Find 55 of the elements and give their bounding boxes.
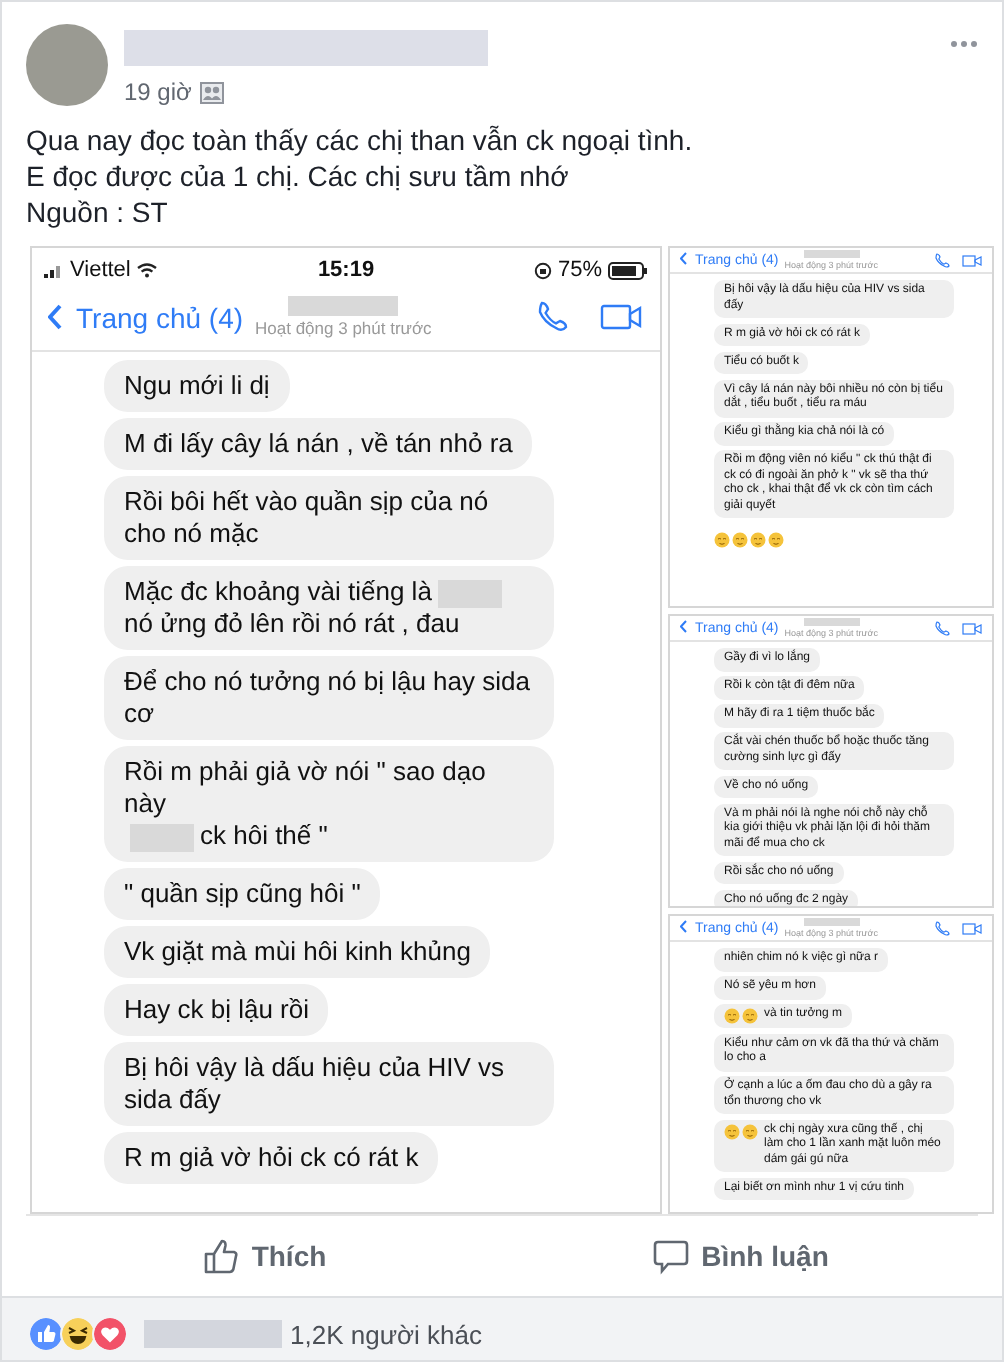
phone-icon[interactable] xyxy=(934,920,950,936)
post-text: Nguồn : ST xyxy=(26,194,170,230)
phone-icon[interactable] xyxy=(934,620,950,636)
phone-icon[interactable] xyxy=(934,252,950,268)
message-text: Hay ck bị lậu rồi xyxy=(124,994,309,1026)
redacted-contact-name xyxy=(803,918,860,926)
message-text: M đi lấy cây lá nán , về tán nhỏ ra xyxy=(124,428,513,460)
post-text: E đọc được của 1 chị. Các chị sưu tầm nhớ xyxy=(26,158,571,194)
chat-screenshot[interactable] xyxy=(668,614,994,908)
back-chevron-icon[interactable] xyxy=(680,620,689,636)
back-link[interactable]: Trang chủ (4) xyxy=(76,301,244,333)
video-camera-icon[interactable] xyxy=(962,921,982,935)
redacted-contact-name xyxy=(803,618,860,626)
back-chevron-icon[interactable] xyxy=(680,920,689,936)
chat-screenshot[interactable] xyxy=(668,246,994,608)
video-camera-icon[interactable] xyxy=(962,621,982,635)
video-camera-icon[interactable] xyxy=(962,253,982,267)
battery-icon xyxy=(608,261,649,279)
back-chevron-icon[interactable] xyxy=(680,252,689,268)
comment-button[interactable]: Bình luận xyxy=(635,1229,845,1283)
reaction-count[interactable]: 1,2K người khác xyxy=(290,1319,483,1349)
message-text: Ngu mới li dị xyxy=(124,370,270,402)
battery-percent: 75% xyxy=(557,258,603,282)
post-text: Qua nay đọc toàn thấy các chị than vẫn ck ngoại tình. xyxy=(26,122,695,158)
message-text: R m giả vờ hỏi ck có rát k xyxy=(124,1142,419,1174)
laughing-face-reaction-icon xyxy=(60,1316,96,1352)
more-options-icon[interactable] xyxy=(950,40,978,48)
phone-icon[interactable] xyxy=(536,299,572,335)
message-text: " quần sịp cũng hôi " xyxy=(124,878,361,910)
message-text: Để cho nó tưởng nó bị lậu hay sida cơ xyxy=(124,666,532,730)
redacted-contact-name xyxy=(288,296,399,316)
clock-time: 15:19 xyxy=(317,258,375,282)
chat-screenshot[interactable] xyxy=(30,246,662,1214)
message-text: Rồi bôi hết vào quần sịp của nó cho nó mặc xyxy=(124,486,491,550)
message-text: Bị hôi vậy là dấu hiệu của HIV vs sida đấy xyxy=(124,1052,507,1116)
thumbs-up-reaction-icon xyxy=(28,1316,64,1352)
video-camera-icon[interactable] xyxy=(600,302,644,332)
wifi-icon xyxy=(136,262,159,278)
like-button[interactable]: Thích xyxy=(185,1229,343,1283)
back-chevron-icon[interactable] xyxy=(48,303,64,331)
message-text: ck hôi thế " xyxy=(200,820,328,852)
active-status: Hoạt động 3 phút trước xyxy=(255,318,432,338)
message-text: nó ửng đỏ lên rồi nó rát , đau xyxy=(124,608,460,640)
chat-screenshot[interactable] xyxy=(668,914,994,1214)
redacted-contact-name xyxy=(803,250,860,258)
message-text: Vk giặt mà mùi hôi kinh khủng xyxy=(124,936,471,968)
speech-bubble-icon xyxy=(651,1237,690,1275)
audience-group-icon xyxy=(199,81,224,103)
avatar[interactable] xyxy=(26,24,108,106)
carrier-name: Viettel xyxy=(70,258,131,282)
thumbs-up-icon xyxy=(201,1237,240,1275)
heart-reaction-icon xyxy=(92,1316,128,1352)
signal-icon xyxy=(44,263,64,277)
post-time[interactable]: 19 giờ xyxy=(124,78,192,106)
message-text: Mặc đc khoảng vài tiếng là xyxy=(124,576,432,608)
